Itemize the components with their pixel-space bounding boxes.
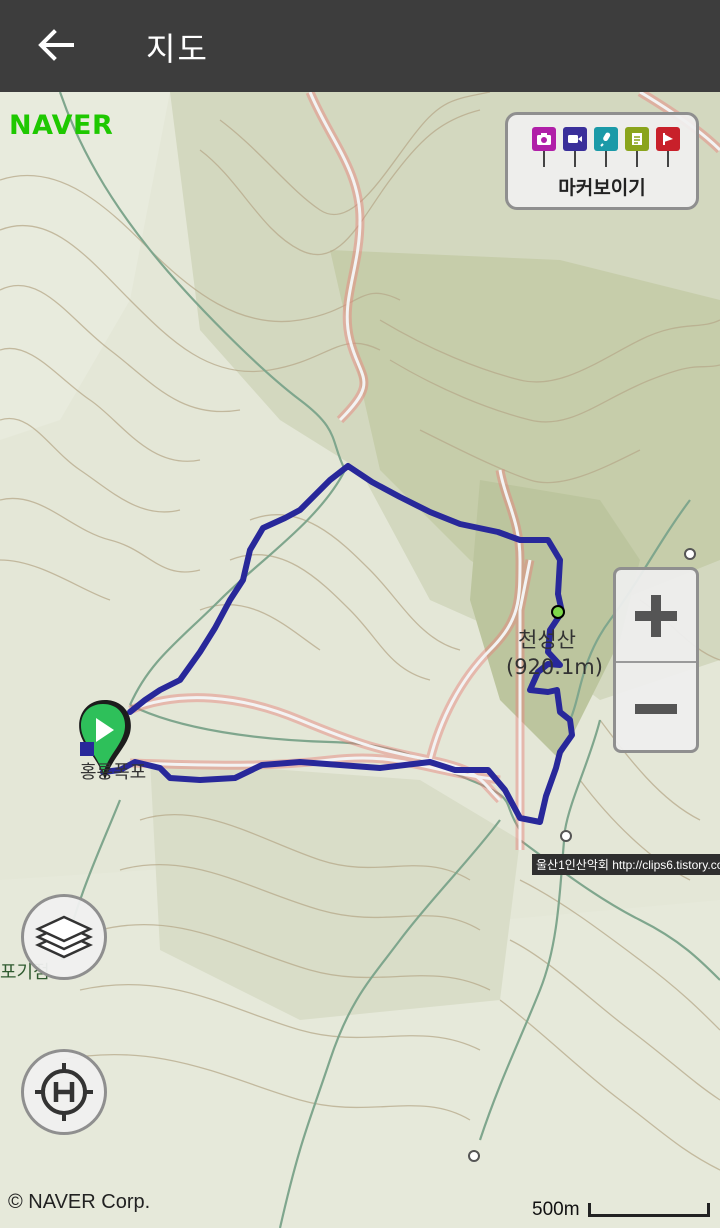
flag-icon	[656, 127, 680, 167]
zoom-out-button[interactable]	[616, 665, 696, 753]
microphone-icon	[594, 127, 618, 167]
back-button[interactable]	[30, 22, 82, 68]
place-label-start: 홍룡폭포	[80, 762, 147, 783]
scale-bar	[588, 1203, 710, 1217]
heliport-button[interactable]	[21, 1049, 107, 1135]
layers-icon	[35, 915, 93, 959]
show-markers-label: 마커보이기	[558, 177, 646, 199]
peak-elevation-label: (920.1m)	[506, 655, 603, 679]
zoom-divider	[616, 661, 696, 663]
arrow-left-icon	[38, 29, 74, 61]
scale-label: 500m	[532, 1199, 580, 1220]
video-icon	[563, 127, 587, 167]
plus-icon	[635, 595, 677, 637]
crosshair-h-icon	[35, 1063, 93, 1121]
app-bar: 지도	[0, 0, 720, 92]
marker-pins	[532, 127, 682, 167]
map-canvas	[0, 92, 720, 1228]
zoom-control	[613, 567, 699, 753]
minus-icon	[635, 704, 677, 714]
map-layers-button[interactable]	[21, 894, 107, 980]
watermark: 울산1인산악회 http://clips6.tistory.com	[532, 854, 720, 875]
peak-name-label: 천성산	[518, 628, 576, 652]
map-view[interactable]: NAVER 천성산 (920.1m) 홍룡폭포 포기점 울산1인산악회 http…	[0, 92, 720, 1228]
page-title: 지도	[146, 30, 209, 68]
memo-icon	[625, 127, 649, 167]
show-markers-button[interactable]: 마커보이기	[505, 112, 699, 210]
map-scale: 500m	[532, 1197, 712, 1223]
copyright-text: © NAVER Corp.	[8, 1191, 151, 1213]
zoom-in-button[interactable]	[616, 572, 696, 660]
camera-icon	[532, 127, 556, 167]
naver-logo: NAVER	[9, 110, 114, 141]
